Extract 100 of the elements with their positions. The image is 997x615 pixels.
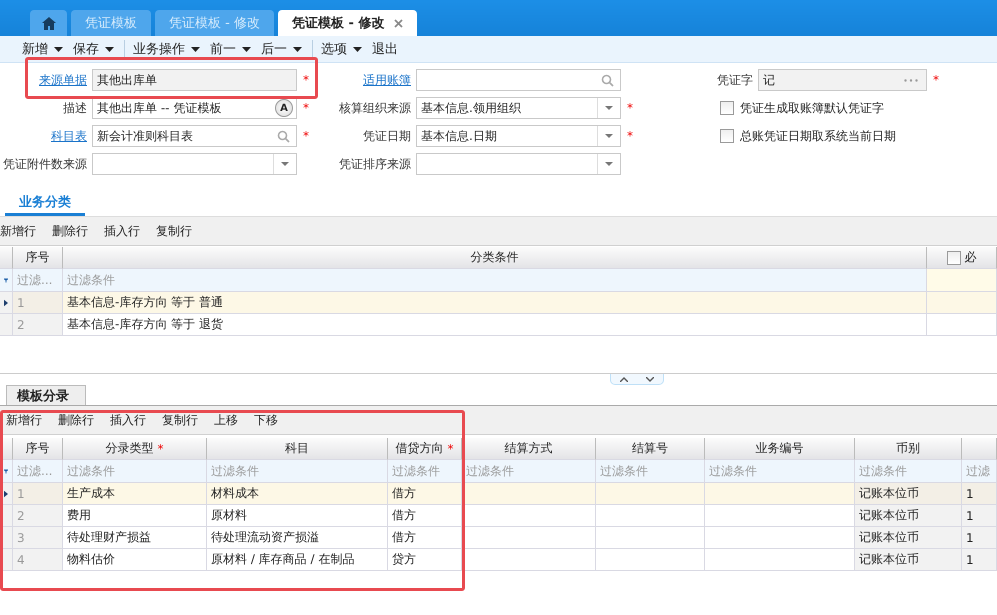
- toolbar-button[interactable]: 选项: [312, 40, 372, 58]
- row-action[interactable]: 新增行: [6, 412, 42, 428]
- caret-icon: [54, 46, 63, 52]
- table-cell: 记账本位币: [855, 483, 962, 505]
- column-header: 结算方式: [462, 438, 596, 460]
- table-cell: 借方: [388, 527, 462, 549]
- table-cell: 1: [13, 292, 63, 314]
- input-field[interactable]: 其他出库单: [92, 69, 297, 91]
- table-cell: 3: [13, 527, 63, 549]
- caret-icon: [605, 162, 613, 166]
- table-cell: 费用: [63, 505, 207, 527]
- input-field[interactable]: 新会计准则科目表: [92, 125, 297, 147]
- caret-icon: [293, 46, 302, 52]
- language-button[interactable]: A: [275, 99, 293, 117]
- table-cell: 贷方: [388, 549, 462, 571]
- table-cell: 1: [13, 483, 63, 505]
- table-cell: 基本信息-库存方向 等于 普通: [63, 292, 927, 314]
- search-icon: [601, 74, 614, 86]
- input-field[interactable]: 其他出库单 -- 凭证模板 A: [92, 97, 297, 119]
- input-field[interactable]: 记: [758, 69, 927, 91]
- table-cell: 记账本位币: [855, 549, 962, 571]
- input-field[interactable]: [416, 69, 621, 91]
- column-header: 币别: [855, 438, 962, 460]
- row-action[interactable]: 插入行: [110, 412, 146, 428]
- column-header: 结算号: [596, 438, 705, 460]
- row-action[interactable]: 上移: [214, 412, 238, 428]
- table-cell: 物料估价: [63, 549, 207, 571]
- table-cell: 待处理财产损益: [63, 527, 207, 549]
- toolbar-button[interactable]: 业务操作: [124, 40, 210, 58]
- checkbox[interactable]: [946, 250, 960, 264]
- header-cell: [0, 247, 13, 269]
- checkbox-label: 凭证生成取账簿默认凭证字: [740, 100, 884, 116]
- field-link[interactable]: 来源单据: [0, 72, 92, 88]
- toolbar-button[interactable]: 退出: [372, 40, 408, 58]
- checkbox-label: 总账凭证日期取系统当前日期: [740, 128, 896, 144]
- input-field[interactable]: [92, 153, 297, 175]
- row-pointer-icon: [4, 490, 8, 498]
- row-pointer-icon: [4, 298, 8, 306]
- required-mark: *: [626, 129, 634, 143]
- required-mark: *: [932, 73, 940, 87]
- table-cell: 原材料 / 库存商品 / 在制品: [207, 549, 388, 571]
- caret-icon: [105, 46, 114, 52]
- row-action[interactable]: 删除行: [58, 412, 94, 428]
- row-action[interactable]: 复制行: [156, 222, 192, 240]
- table-cell: 1: [962, 549, 997, 571]
- filter-field[interactable]: [927, 269, 997, 292]
- home-icon: [42, 16, 56, 30]
- row-action[interactable]: 复制行: [162, 412, 198, 428]
- field-link[interactable]: 科目表: [0, 128, 92, 144]
- table-cell: 原材料: [207, 505, 388, 527]
- toolbar-button[interactable]: 保存: [73, 40, 124, 58]
- field-label: 描述: [62, 100, 88, 116]
- column-header: 必: [927, 247, 997, 269]
- field-label: 凭证附件数来源: [2, 156, 88, 172]
- home-tab[interactable]: [30, 10, 67, 36]
- chevron-up-icon: [620, 376, 628, 382]
- row-action[interactable]: 下移: [254, 412, 278, 428]
- toolbar-button[interactable]: 前一: [210, 40, 261, 58]
- caret-icon: [191, 46, 200, 52]
- search-icon: [277, 130, 290, 142]
- caret-icon: [353, 46, 362, 52]
- caret-icon: [605, 106, 613, 110]
- table-cell: 2: [13, 505, 63, 527]
- column-header: 科目: [207, 438, 388, 460]
- input-field[interactable]: 基本信息.日期: [416, 125, 621, 147]
- column-header: [962, 438, 997, 460]
- field-label: 凭证排序来源: [338, 156, 412, 172]
- field-label: 凭证字: [716, 72, 754, 88]
- checkbox[interactable]: [720, 101, 734, 115]
- column-header: 业务编号: [705, 438, 855, 460]
- section-tab[interactable]: 模板分录: [6, 385, 86, 405]
- table-cell: 材料成本: [207, 483, 388, 505]
- checkbox[interactable]: [720, 129, 734, 143]
- chevron-down-icon: [646, 376, 654, 382]
- toolbar-button[interactable]: 后一: [261, 40, 312, 58]
- column-header: 分录类型 *: [63, 438, 207, 460]
- input-field[interactable]: 基本信息.领用组织: [416, 97, 621, 119]
- tab[interactable]: 凭证模板 - 修改: [278, 10, 418, 36]
- toolbar-button[interactable]: 新增: [22, 40, 73, 58]
- row-action[interactable]: 插入行: [104, 222, 140, 240]
- table-cell: 1: [962, 483, 997, 505]
- table-cell: 1: [962, 505, 997, 527]
- table-cell: 4: [13, 549, 63, 571]
- table-cell: 借方: [388, 483, 462, 505]
- column-header: 分类条件: [63, 247, 927, 269]
- field-label: 凭证日期: [362, 128, 412, 144]
- close-icon[interactable]: [394, 18, 404, 28]
- table-cell: 2: [13, 314, 63, 336]
- column-header: 序号: [13, 247, 63, 269]
- input-field[interactable]: [416, 153, 621, 175]
- field-link[interactable]: 适用账簿: [320, 72, 416, 88]
- column-header: 借贷方向 *: [388, 438, 462, 460]
- ellipsis-icon: [904, 78, 918, 82]
- table-cell: 记账本位币: [855, 527, 962, 549]
- row-action[interactable]: 新增行: [0, 222, 36, 240]
- table-cell: 借方: [388, 505, 462, 527]
- row-action[interactable]: 删除行: [52, 222, 88, 240]
- caret-icon: [242, 46, 251, 52]
- column-header: 序号: [13, 438, 63, 460]
- table-cell: 1: [962, 527, 997, 549]
